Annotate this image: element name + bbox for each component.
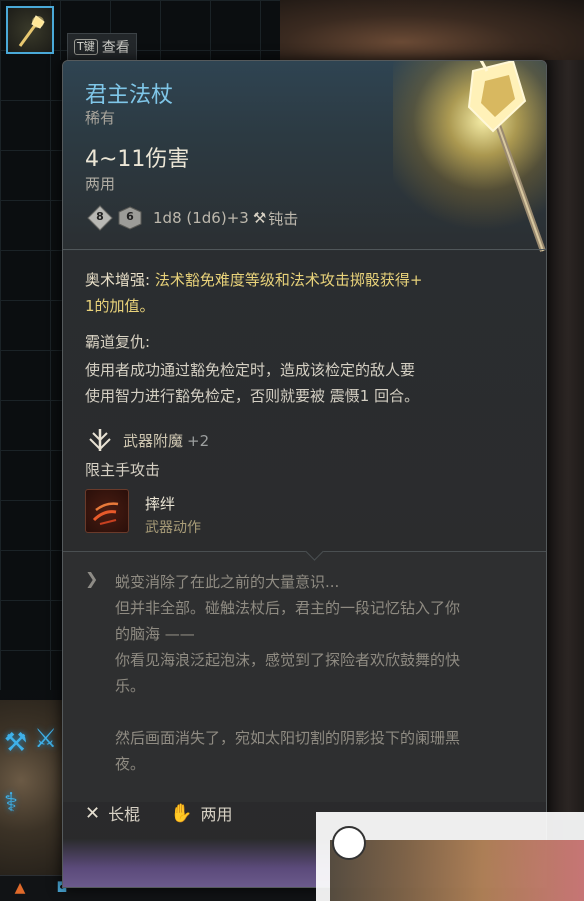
map-marker-icon: ⚒ bbox=[4, 728, 28, 758]
inventory-grid[interactable] bbox=[0, 0, 70, 690]
scroll-icon: ❯ bbox=[85, 569, 99, 588]
passive-desc: 使用者成功通过豁免检定时，造成该检定的敌人要 使用智力进行豁免检定，否则就要被 … bbox=[85, 357, 419, 409]
watermark-logo bbox=[330, 840, 584, 901]
passive-title: 霸道复仇: bbox=[85, 333, 151, 351]
lore-line: 然后画面消失了，宛如太阳切割的阴影投下的阑珊黑 bbox=[115, 729, 461, 747]
mainhand-only: 限主手攻击 bbox=[85, 461, 161, 479]
staff-artwork-icon bbox=[467, 61, 546, 253]
arcane-ability-name: 奥术增强: bbox=[85, 271, 151, 289]
background-side bbox=[545, 60, 584, 820]
key-chip: T键 bbox=[74, 39, 98, 55]
watermark-circle-icon bbox=[332, 826, 366, 860]
inspect-hint[interactable]: T键 查看 bbox=[67, 33, 137, 60]
map-marker-icon: ⚔ bbox=[34, 724, 58, 754]
arcane-ability: 奥术增强: 法术豁免难度等级和法术攻击掷骰获得+ 1的加值。 bbox=[85, 267, 422, 319]
lore-text: 蜕变消除了在此之前的大量意识... 但并非全部。碰触法杖后，君主的一段记忆钻入了… bbox=[115, 569, 535, 777]
dice-row: 8 6 1d8 (1d6)+3 ⚒ 钝击 bbox=[87, 205, 298, 231]
lore-line: 但并非全部。碰触法杖后，君主的一段记忆钻入了你 bbox=[115, 599, 461, 617]
header-divider bbox=[63, 249, 546, 250]
action-type: 武器动作 bbox=[145, 520, 201, 536]
passive-line: 使用智力进行豁免检定，否则就要被 震慑1 回合。 bbox=[85, 387, 420, 405]
arcane-ability-desc-2: 1的加值。 bbox=[85, 297, 155, 315]
hand-icon: ✋ bbox=[170, 802, 193, 824]
arcane-ability-desc: 法术豁免难度等级和法术攻击掷骰获得+ bbox=[150, 271, 423, 289]
d6-die-icon: 6 bbox=[117, 205, 143, 231]
lore-line: 的脑海 —— bbox=[115, 625, 195, 643]
damage-type: 钝击 bbox=[268, 209, 299, 228]
enchant-label: 武器附魔 bbox=[123, 431, 184, 450]
enchant-sigil-icon bbox=[89, 429, 111, 451]
hammer-icon: ⚒ bbox=[252, 209, 267, 227]
item-rarity: 稀有 bbox=[85, 109, 116, 127]
item-slot[interactable] bbox=[6, 6, 54, 54]
minimap-fragment[interactable]: ⚒ ⚔ ⚕ bbox=[0, 700, 70, 901]
d6-label: 6 bbox=[126, 210, 134, 223]
topple-icon[interactable] bbox=[85, 489, 129, 533]
lore-line: 夜。 bbox=[115, 755, 146, 773]
game-screen: ⚒ ⚔ ⚕ ▲ ◘ T键 查看 君主法杖 稀有 4~11伤害 两用 8 6 1d… bbox=[0, 0, 584, 901]
passive-line: 使用者成功通过豁免检定时，造成该检定的敌人要 bbox=[85, 361, 416, 379]
d8-die-icon: 8 bbox=[87, 205, 113, 231]
tooltip-footer: ✕ 长棍 ✋ 两用 bbox=[85, 801, 233, 825]
weapon-type: 长棍 bbox=[108, 805, 141, 824]
enchant-row: 武器附魔 +2 bbox=[87, 427, 209, 453]
warning-icon[interactable]: ▲ bbox=[12, 880, 28, 896]
enchant-bonus: +2 bbox=[187, 431, 210, 450]
lore-line: 你看见海浪泛起泡沫，感觉到了探险者欢欣鼓舞的快 bbox=[115, 651, 461, 669]
item-name: 君主法杖 bbox=[85, 83, 174, 108]
inspect-label: 查看 bbox=[101, 40, 130, 56]
hands-type: 两用 bbox=[200, 805, 233, 824]
action-name: 摔绊 bbox=[145, 495, 176, 513]
item-handedness: 两用 bbox=[85, 175, 116, 193]
map-marker-icon: ⚕ bbox=[4, 788, 19, 818]
item-tooltip: 君主法杖 稀有 4~11伤害 两用 8 6 1d8 (1d6)+3 ⚒ 钝击 奥… bbox=[62, 60, 547, 888]
item-damage: 4~11伤害 bbox=[85, 147, 190, 172]
crossed-staffs-icon: ✕ bbox=[85, 802, 101, 824]
lore-line: 乐。 bbox=[115, 677, 146, 695]
dice-formula: 1d8 (1d6)+3 bbox=[153, 209, 249, 227]
lore-line: 蜕变消除了在此之前的大量意识... bbox=[115, 573, 340, 591]
d8-label: 8 bbox=[96, 210, 104, 223]
staff-icon bbox=[18, 15, 45, 47]
